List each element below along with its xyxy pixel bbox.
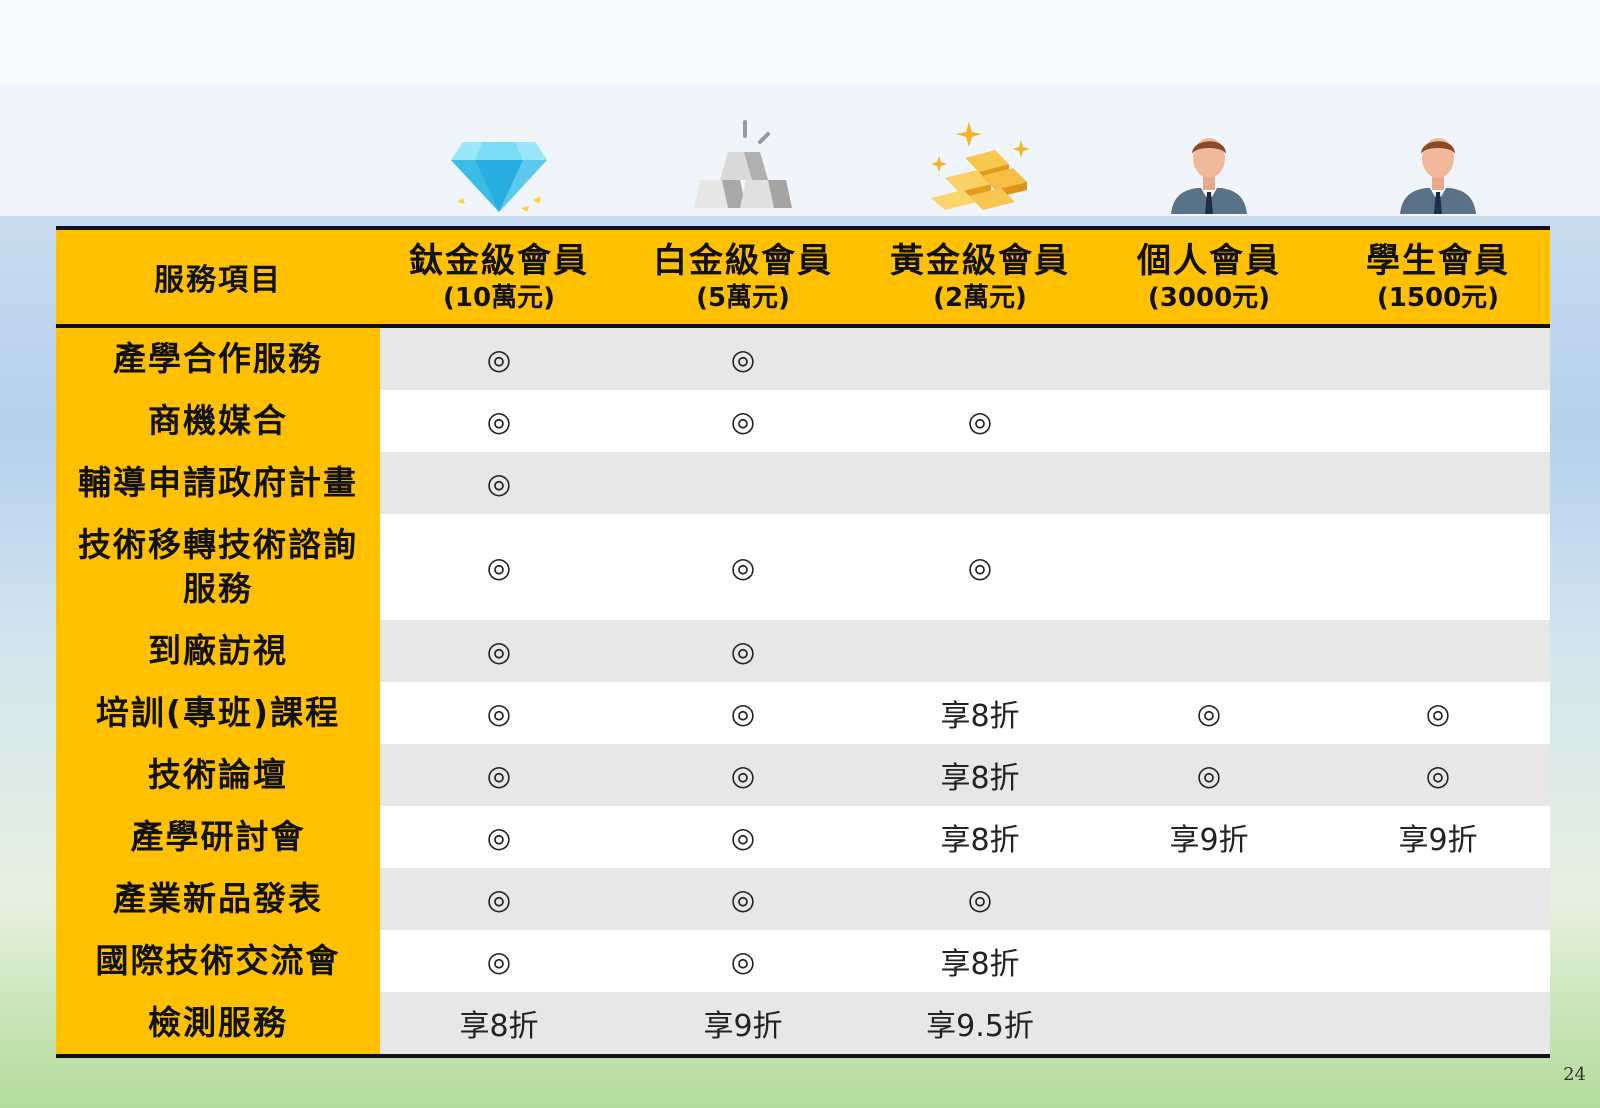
table-cell: 享9折	[1326, 806, 1550, 868]
included-mark: ◎	[618, 620, 868, 682]
table-cell: 享9.5折	[868, 992, 1092, 1056]
table-cell	[1326, 514, 1550, 620]
included-mark: ◎	[618, 806, 868, 868]
included-mark: ◎	[380, 868, 618, 930]
table-cell: 享8折	[868, 744, 1092, 806]
service-name: 產學合作服務	[56, 326, 380, 390]
service-name: 檢測服務	[56, 992, 380, 1056]
included-mark: ◎	[380, 514, 618, 620]
tier-header: 黃金級會員 (2萬元)	[868, 228, 1092, 328]
service-column-header: 服務項目	[56, 228, 380, 328]
table-cell	[1092, 390, 1326, 452]
included-mark: ◎	[618, 326, 868, 390]
table-cell: 享8折	[868, 930, 1092, 992]
table-row: 商機媒合 ◎ ◎ ◎	[56, 390, 1550, 452]
service-name: 國際技術交流會	[56, 930, 380, 992]
table-cell	[1326, 992, 1550, 1056]
table-cell	[1092, 514, 1326, 620]
table-row: 到廠訪視 ◎ ◎	[56, 620, 1550, 682]
table-cell	[1092, 868, 1326, 930]
included-mark: ◎	[1092, 682, 1326, 744]
table-cell	[868, 452, 1092, 514]
included-mark: ◎	[380, 390, 618, 452]
person-icon	[1092, 118, 1326, 214]
included-mark: ◎	[618, 744, 868, 806]
table-cell	[1326, 620, 1550, 682]
included-mark: ◎	[380, 806, 618, 868]
table-row: 產學研討會 ◎ ◎ 享8折 享9折 享9折	[56, 806, 1550, 868]
tier-icons	[56, 118, 1550, 214]
included-mark: ◎	[868, 514, 1092, 620]
included-mark: ◎	[618, 682, 868, 744]
table-cell	[1326, 930, 1550, 992]
included-mark: ◎	[1326, 682, 1550, 744]
table-cell	[1326, 390, 1550, 452]
service-name: 產業新品發表	[56, 868, 380, 930]
included-mark: ◎	[380, 682, 618, 744]
top-band	[0, 0, 1600, 84]
service-name: 培訓(專班)課程	[56, 682, 380, 744]
included-mark: ◎	[1326, 744, 1550, 806]
diamond-icon	[380, 118, 618, 214]
included-mark: ◎	[618, 930, 868, 992]
table-cell: 享8折	[868, 682, 1092, 744]
table-row: 產業新品發表 ◎ ◎ ◎	[56, 868, 1550, 930]
gold-bars-icon	[868, 118, 1092, 214]
membership-table: 服務項目 鈦金級會員 (10萬元) 白金級會員 (5萬元) 黃金級會員 (2萬元) 個…	[56, 226, 1550, 1058]
table-header-row: 服務項目 鈦金級會員 (10萬元) 白金級會員 (5萬元) 黃金級會員 (2萬元) 個…	[56, 228, 1550, 328]
table-cell: 享9折	[618, 992, 868, 1056]
included-mark: ◎	[1092, 744, 1326, 806]
included-mark: ◎	[868, 390, 1092, 452]
table-row: 技術論壇 ◎ ◎ 享8折 ◎ ◎	[56, 744, 1550, 806]
table-row: 國際技術交流會 ◎ ◎ 享8折	[56, 930, 1550, 992]
service-name: 技術移轉技術諮詢服務	[56, 514, 380, 620]
table-cell: 享9折	[1092, 806, 1326, 868]
included-mark: ◎	[618, 514, 868, 620]
table-cell	[1092, 620, 1326, 682]
table-cell	[868, 326, 1092, 390]
service-name: 輔導申請政府計畫	[56, 452, 380, 514]
table-row: 輔導申請政府計畫 ◎	[56, 452, 1550, 514]
included-mark: ◎	[380, 326, 618, 390]
table-cell	[1326, 452, 1550, 514]
included-mark: ◎	[618, 868, 868, 930]
page-number: 24	[1563, 1064, 1586, 1085]
tier-header: 學生會員 (1500元)	[1326, 228, 1550, 328]
table-cell	[868, 620, 1092, 682]
included-mark: ◎	[380, 452, 618, 514]
service-name: 技術論壇	[56, 744, 380, 806]
included-mark: ◎	[618, 390, 868, 452]
table-cell	[618, 452, 868, 514]
tier-header: 鈦金級會員 (10萬元)	[380, 228, 618, 328]
service-name: 商機媒合	[56, 390, 380, 452]
included-mark: ◎	[380, 930, 618, 992]
table-row: 檢測服務 享8折 享9折 享9.5折	[56, 992, 1550, 1056]
included-mark: ◎	[380, 620, 618, 682]
tier-header: 個人會員 (3000元)	[1092, 228, 1326, 328]
service-name: 到廠訪視	[56, 620, 380, 682]
table-cell: 享8折	[380, 992, 618, 1056]
silver-bars-icon	[618, 118, 868, 214]
table-cell	[1326, 326, 1550, 390]
table-row: 產學合作服務 ◎ ◎	[56, 326, 1550, 390]
included-mark: ◎	[868, 868, 1092, 930]
service-name: 產學研討會	[56, 806, 380, 868]
table-cell	[1092, 452, 1326, 514]
table-row: 技術移轉技術諮詢服務 ◎ ◎ ◎	[56, 514, 1550, 620]
table-cell	[1326, 868, 1550, 930]
person-icon	[1326, 118, 1550, 214]
tier-header: 白金級會員 (5萬元)	[618, 228, 868, 328]
table-cell	[1092, 326, 1326, 390]
table-cell	[1092, 930, 1326, 992]
table-cell: 享8折	[868, 806, 1092, 868]
table-row: 培訓(專班)課程 ◎ ◎ 享8折 ◎ ◎	[56, 682, 1550, 744]
table-cell	[1092, 992, 1326, 1056]
included-mark: ◎	[380, 744, 618, 806]
